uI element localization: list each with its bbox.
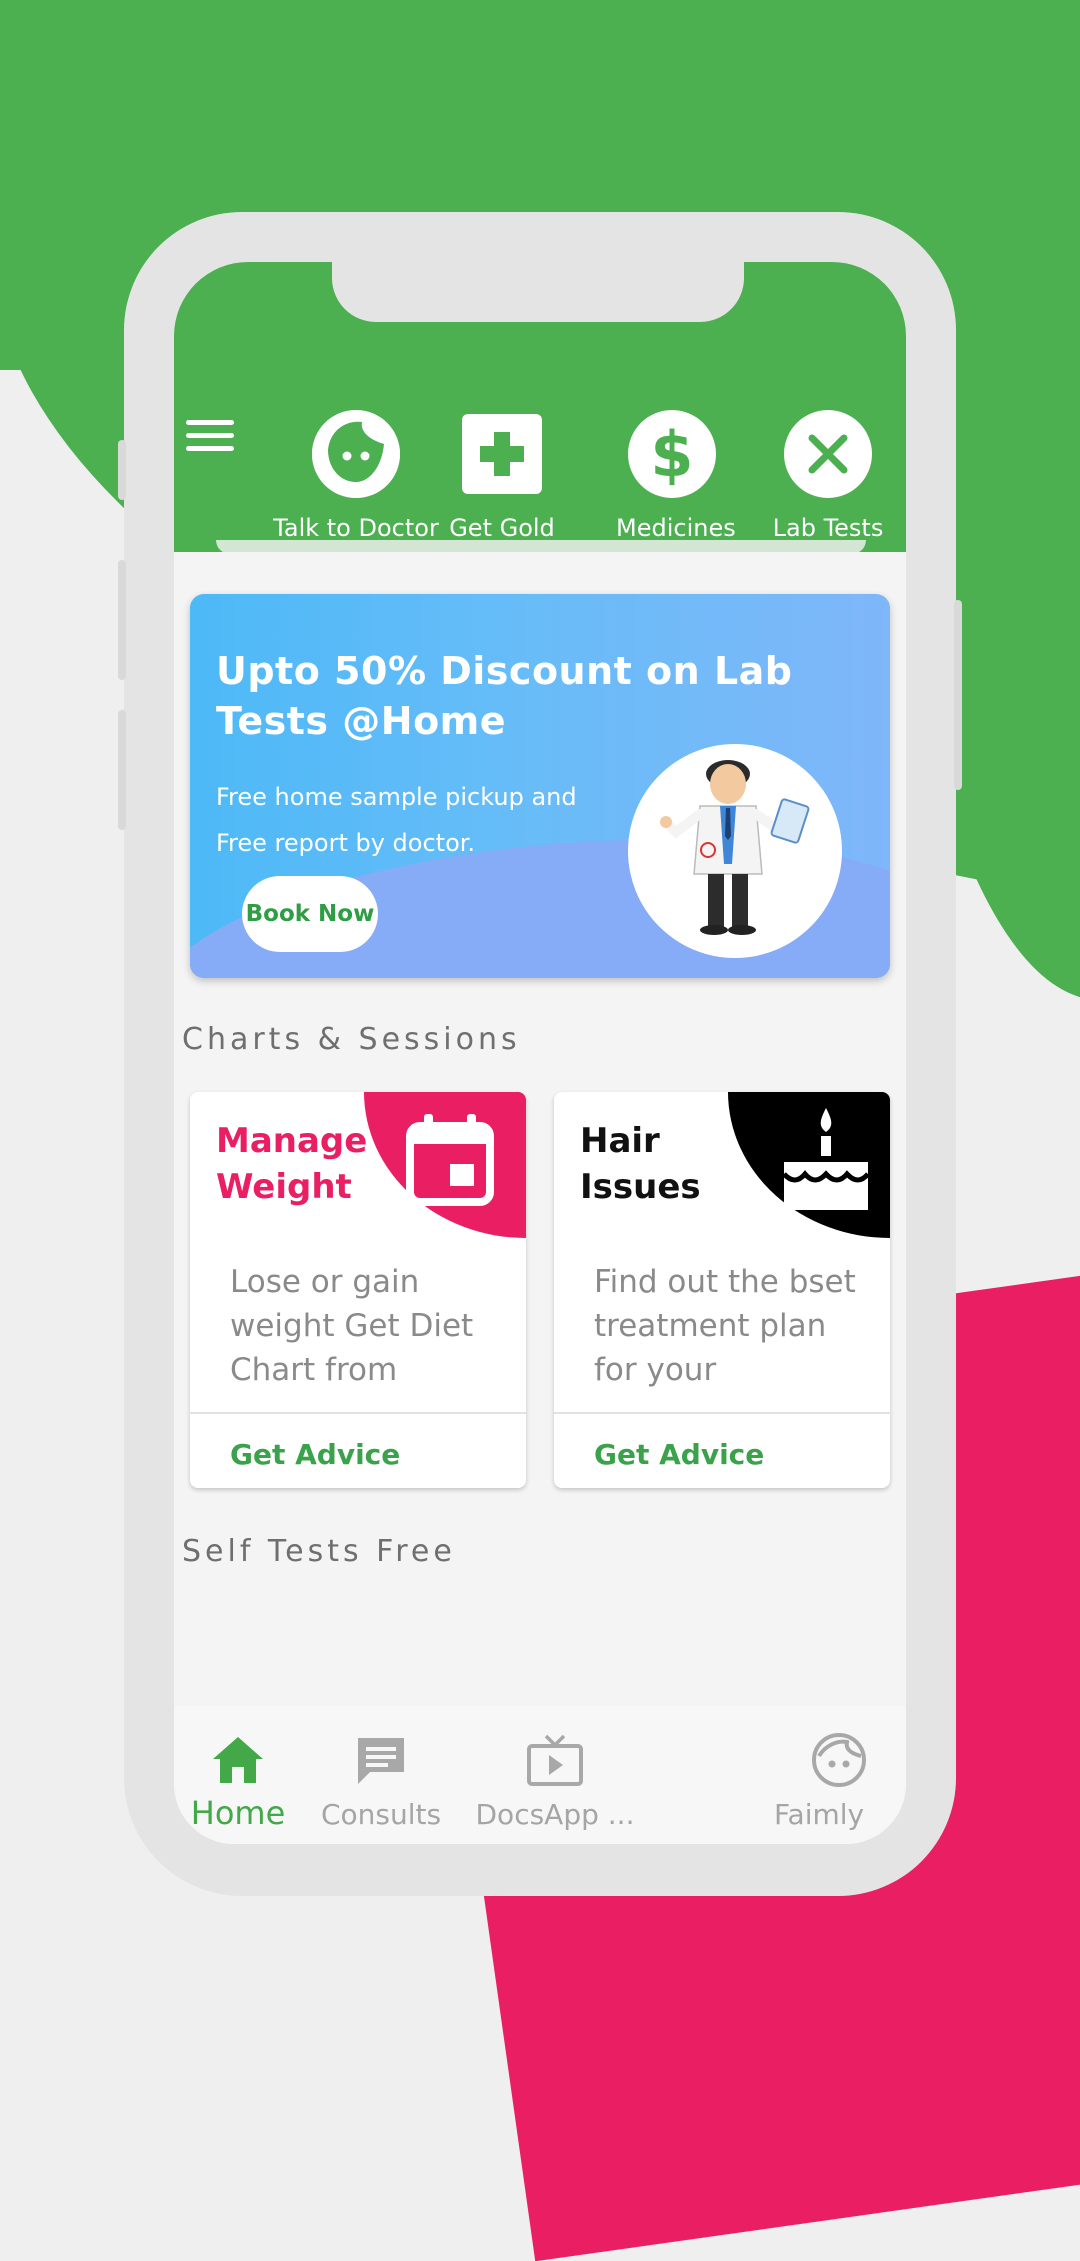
banner-subtitle-line: Free home sample pickup and bbox=[216, 783, 577, 811]
card-title-line: Issues bbox=[580, 1167, 701, 1207]
chat-icon bbox=[306, 1730, 456, 1790]
card-divider bbox=[190, 1412, 526, 1414]
card-title: Manage Weight bbox=[216, 1118, 367, 1210]
doctor-illustration bbox=[628, 744, 842, 958]
quick-action-label: Get Gold bbox=[449, 514, 555, 542]
face-icon bbox=[312, 410, 400, 498]
face-icon bbox=[764, 1730, 906, 1790]
hamburger-menu-icon[interactable] bbox=[186, 420, 234, 456]
quick-action-medicines[interactable]: $ Medicines bbox=[616, 410, 736, 542]
get-advice-button[interactable]: Get Advice bbox=[230, 1438, 400, 1471]
home-icon bbox=[174, 1730, 302, 1790]
quick-action-get-gold[interactable]: Get Gold bbox=[446, 410, 558, 542]
section-title-charts-sessions: Charts & Sessions bbox=[182, 1022, 521, 1057]
phone-side-button bbox=[118, 440, 126, 500]
calendar-icon bbox=[404, 1112, 496, 1212]
dollar-icon: $ bbox=[628, 410, 716, 498]
nav-label: DocsApp ... bbox=[475, 1798, 635, 1831]
header-scroll-edge bbox=[216, 540, 866, 554]
nav-item-family[interactable]: Faimly bbox=[764, 1730, 906, 1831]
app-screen: Talk to Doctor Get Gold $ Medicines Lab … bbox=[174, 262, 906, 1844]
plus-icon bbox=[462, 414, 542, 494]
nav-item-consults[interactable]: Consults bbox=[306, 1730, 456, 1831]
quick-action-label: Lab Tests bbox=[772, 514, 884, 542]
phone-side-button bbox=[954, 600, 962, 790]
quick-action-talk-to-doctor[interactable]: Talk to Doctor bbox=[270, 410, 442, 542]
cake-icon bbox=[778, 1104, 874, 1220]
banner-title: Upto 50% Discount on Lab Tests @Home bbox=[216, 649, 793, 743]
quick-action-lab-tests[interactable]: Lab Tests bbox=[770, 410, 886, 542]
phone-side-button bbox=[118, 710, 126, 830]
card-description: Lose or gain weight Get Diet Chart from bbox=[230, 1264, 474, 1388]
section-title-self-tests: Self Tests Free bbox=[182, 1534, 456, 1569]
quick-action-label: Medicines bbox=[616, 514, 736, 542]
promo-banner[interactable]: Upto 50% Discount on Lab Tests @Home Fre… bbox=[190, 594, 890, 978]
banner-subtitle: Free home sample pickup and Free report … bbox=[216, 774, 636, 866]
phone-notch bbox=[332, 262, 744, 322]
card-title-line: Hair bbox=[580, 1121, 660, 1161]
banner-subtitle-line: Free report by doctor. bbox=[216, 829, 476, 857]
card-manage-weight[interactable]: Manage Weight Lose or gain weight Get Di… bbox=[190, 1092, 526, 1488]
card-hair-issues[interactable]: Hair Issues Find out the bset treatment … bbox=[554, 1092, 890, 1488]
close-icon bbox=[784, 410, 872, 498]
nav-item-home[interactable]: Home bbox=[174, 1730, 302, 1832]
nav-label: Consults bbox=[320, 1798, 442, 1831]
quick-action-label: Talk to Doctor bbox=[273, 514, 439, 542]
nav-label: Home bbox=[190, 1794, 286, 1832]
card-title-line: Manage bbox=[216, 1121, 368, 1161]
phone-side-button bbox=[118, 560, 126, 680]
nav-label: Faimly bbox=[774, 1798, 865, 1831]
tv-play-icon bbox=[470, 1730, 640, 1790]
bottom-navigation: Home Consults DocsApp ... Faimly bbox=[174, 1706, 906, 1844]
nav-item-docsapp[interactable]: DocsApp ... bbox=[470, 1730, 640, 1831]
card-title: Hair Issues bbox=[580, 1118, 701, 1210]
card-title-line: Weight bbox=[216, 1167, 352, 1207]
card-divider bbox=[554, 1412, 890, 1414]
app-header: Talk to Doctor Get Gold $ Medicines Lab … bbox=[174, 262, 906, 552]
book-now-button[interactable]: Book Now bbox=[242, 876, 378, 952]
get-advice-button[interactable]: Get Advice bbox=[594, 1438, 764, 1471]
card-description: Find out the bset treatment plan for you… bbox=[594, 1264, 856, 1388]
